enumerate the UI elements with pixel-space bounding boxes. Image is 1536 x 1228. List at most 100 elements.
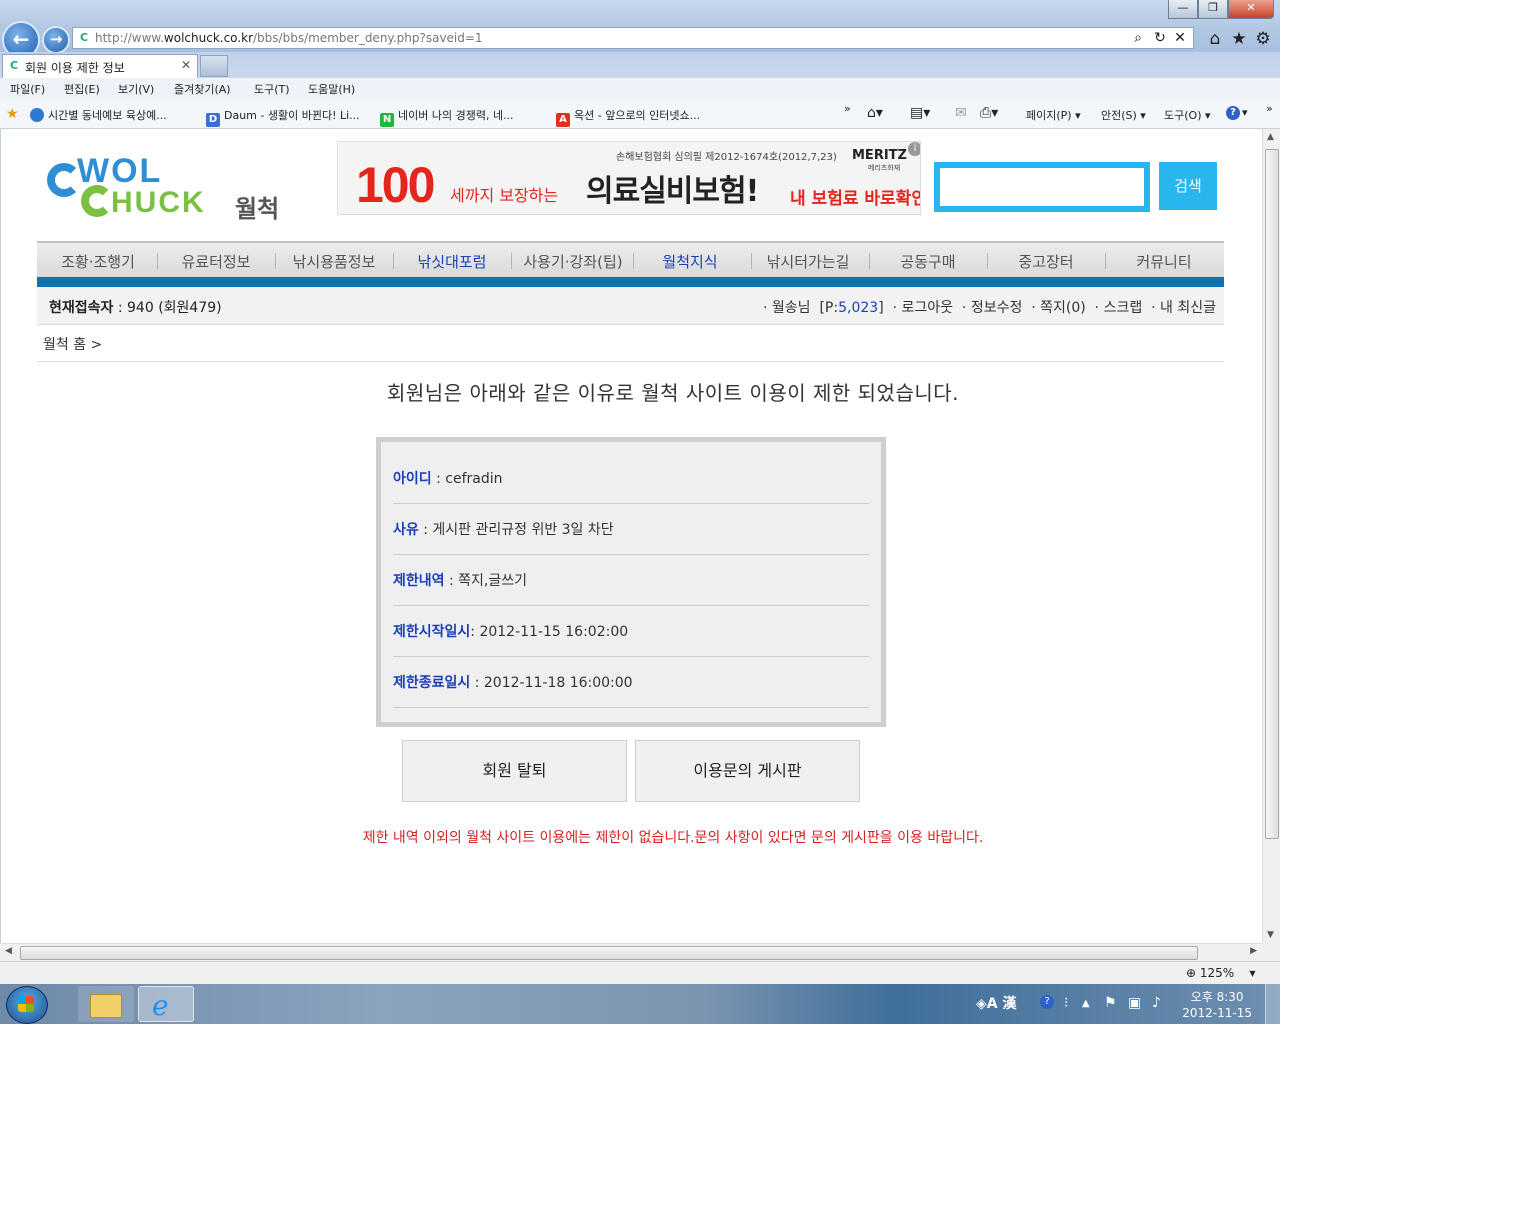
menu-help[interactable]: 도움말(H) — [308, 81, 355, 97]
help-icon[interactable]: ? — [1226, 106, 1240, 120]
nav-report[interactable]: 조황·조행기 — [39, 251, 157, 272]
home-icon[interactable]: ⌂▾ — [866, 105, 884, 121]
ime-help-icon[interactable]: ? — [1040, 995, 1054, 1009]
command-page[interactable]: 페이지(P) ▾ — [1026, 107, 1081, 123]
tab-active[interactable]: C 회원 이용 제한 정보 ✕ — [2, 54, 198, 78]
start-button[interactable] — [6, 986, 48, 1024]
favorites-star-icon[interactable]: ★ — [6, 106, 19, 122]
ime-indicator[interactable]: ◈A 漢 — [976, 993, 1017, 1013]
close-button[interactable]: ✕ — [1228, 0, 1274, 19]
edit-info-link[interactable]: 정보수정 — [971, 300, 1023, 316]
nav-community[interactable]: 커뮤니티 — [1105, 251, 1223, 272]
url-path: /bbs/bbs/member_deny.php?saveid=1 — [253, 31, 483, 45]
fav-weather[interactable]: 시간별 동네예보 육상예... — [30, 107, 167, 123]
fav-naver[interactable]: N 네이버 나의 경쟁력, 네... — [380, 107, 514, 127]
ad-banner[interactable]: 손해보험협회 심의필 제2012-1674호(2012,7,23) MERITZ… — [337, 141, 921, 215]
address-bar[interactable]: C http://www.wolchuck.co.kr/bbs/bbs/memb… — [72, 27, 1194, 49]
naver-icon: N — [380, 113, 394, 127]
address-url[interactable]: http://www.wolchuck.co.kr/bbs/bbs/member… — [95, 31, 483, 45]
print-icon[interactable]: ⎙▾ — [980, 105, 998, 121]
logout-link[interactable]: 로그아웃 — [901, 300, 953, 316]
fav-auction[interactable]: A 옥션 - 앞으로의 인터넷쇼... — [556, 107, 700, 127]
fav-daum[interactable]: D Daum - 생활이 바뀐다! Li... — [206, 107, 360, 127]
scroll-left-icon[interactable]: ◀ — [5, 946, 12, 956]
mail-icon[interactable]: ✉ — [952, 105, 970, 121]
nav-used-market[interactable]: 중고장터 — [987, 251, 1105, 272]
home-icon[interactable]: ⌂ — [1206, 29, 1224, 49]
inquiry-board-button[interactable]: 이용문의 게시판 — [635, 740, 860, 802]
menu-tools[interactable]: 도구(T) — [254, 81, 290, 97]
restore-button[interactable]: ❐ — [1198, 0, 1228, 19]
info-label-start: 제한시작일시 — [393, 624, 471, 640]
ime-mode: A 漢 — [986, 996, 1017, 1012]
nav-paid-spots[interactable]: 유료터정보 — [157, 251, 275, 272]
volume-icon[interactable]: ♪ — [1152, 995, 1161, 1011]
horizontal-scrollbar[interactable]: ◀ ▶ — [0, 943, 1262, 961]
scrap-link[interactable]: 스크랩 — [1104, 300, 1143, 316]
info-row-id: 아이디 : cefradin — [393, 454, 869, 504]
scroll-corner — [1262, 943, 1280, 961]
restriction-info-box: 아이디 : cefradin 사유 : 게시판 관리규정 위반 3일 차단 제한… — [376, 437, 886, 727]
stop-icon[interactable]: ✕ — [1171, 30, 1189, 46]
tab-title: 회원 이용 제한 정보 — [25, 61, 125, 75]
ime-options-icon[interactable]: ⁝ — [1064, 995, 1068, 1011]
command-tools[interactable]: 도구(O) ▾ — [1164, 107, 1211, 123]
online-count: 현재접속자 : 940 (회원479) — [49, 297, 222, 317]
rss-feed-icon[interactable]: ▤▾ — [910, 105, 930, 121]
chevron-more-icon[interactable]: » — [844, 102, 851, 115]
vertical-scroll-thumb[interactable] — [1265, 149, 1279, 839]
forward-button[interactable]: → — [42, 26, 70, 54]
back-arrow-icon: ← — [12, 27, 30, 51]
breadcrumb[interactable]: 월척 홈 > — [43, 334, 102, 354]
nav-rod-forum[interactable]: 낚싯대포럼 — [393, 251, 511, 272]
clock[interactable]: 오후 8:30 2012-11-15 — [1182, 989, 1252, 1021]
nav-reviews[interactable]: 사용기·강좌(팁) — [511, 251, 635, 272]
nav-directions[interactable]: 낚시터가는길 — [749, 251, 867, 272]
menu-favorites[interactable]: 즐겨찾기(A) — [174, 81, 231, 97]
nav-knowledge[interactable]: 월척지식 — [631, 251, 749, 272]
info-value-end: : 2012-11-18 16:00:00 — [470, 675, 633, 691]
my-posts-link[interactable]: 내 최신글 — [1160, 300, 1216, 316]
info-row-end: 제한종료일시 : 2012-11-18 16:00:00 — [393, 658, 869, 708]
action-center-flag-icon[interactable]: ⚑ — [1104, 995, 1117, 1011]
refresh-icon[interactable]: ↻ — [1151, 30, 1169, 46]
scroll-down-icon[interactable]: ▼ — [1267, 930, 1274, 940]
horizontal-scroll-thumb[interactable] — [20, 946, 1198, 960]
site-logo[interactable]: WOL HUCK 월척 — [47, 151, 297, 223]
search-button[interactable]: 검색 — [1159, 162, 1217, 210]
new-tab-button[interactable] — [200, 55, 228, 77]
minimize-button[interactable]: — — [1168, 0, 1198, 19]
tab-favicon-icon: C — [9, 59, 19, 72]
window-controls: — ❐ ✕ — [1168, 0, 1274, 19]
taskbar-explorer[interactable] — [78, 986, 134, 1022]
restriction-notice: 제한 내역 이외의 월척 사이트 이용에는 제한이 없습니다.문의 사항이 있다… — [362, 830, 984, 846]
chevron-more-icon[interactable]: » — [1266, 102, 1273, 115]
ad-info-icon[interactable]: i — [908, 142, 920, 156]
menu-view[interactable]: 보기(V) — [118, 81, 154, 97]
nav-underline — [37, 277, 1224, 287]
nav-group-buy[interactable]: 공동구매 — [869, 251, 987, 272]
scroll-up-icon[interactable]: ▲ — [1267, 132, 1274, 142]
network-icon[interactable]: ▣ — [1128, 995, 1141, 1011]
favorites-star-icon[interactable]: ★ — [1230, 29, 1248, 49]
show-desktop-button[interactable] — [1265, 984, 1280, 1024]
show-hidden-icons[interactable]: ▲ — [1082, 998, 1090, 1009]
zoom-control[interactable]: ⊕ 125% ▾ — [1186, 966, 1256, 980]
help-dropdown-icon[interactable]: ▾ — [1242, 106, 1248, 119]
menu-edit[interactable]: 편집(E) — [64, 81, 100, 97]
withdraw-button[interactable]: 회원 탈퇴 — [402, 740, 627, 802]
restriction-headline: 회원님은 아래와 같은 이유로 월척 사이트 이용이 제한 되었습니다. — [386, 381, 960, 405]
command-safety-label: 안전(S) — [1101, 109, 1137, 122]
taskbar-internet-explorer[interactable]: e — [138, 986, 194, 1022]
search-input[interactable] — [934, 162, 1150, 212]
tab-close-icon[interactable]: ✕ — [181, 58, 191, 72]
menu-file[interactable]: 파일(F) — [10, 81, 45, 97]
search-icon[interactable]: ⌕ — [1129, 30, 1147, 46]
command-safety[interactable]: 안전(S) ▾ — [1101, 107, 1146, 123]
banner-number: 100 — [356, 157, 435, 213]
scroll-right-icon[interactable]: ▶ — [1250, 946, 1257, 956]
nav-gear-info[interactable]: 낚시용품정보 — [275, 251, 393, 272]
vertical-scrollbar[interactable]: ▲ ▼ — [1262, 129, 1280, 943]
messages-link[interactable]: 쪽지(0) — [1040, 300, 1086, 316]
gear-icon[interactable]: ⚙ — [1254, 29, 1272, 49]
